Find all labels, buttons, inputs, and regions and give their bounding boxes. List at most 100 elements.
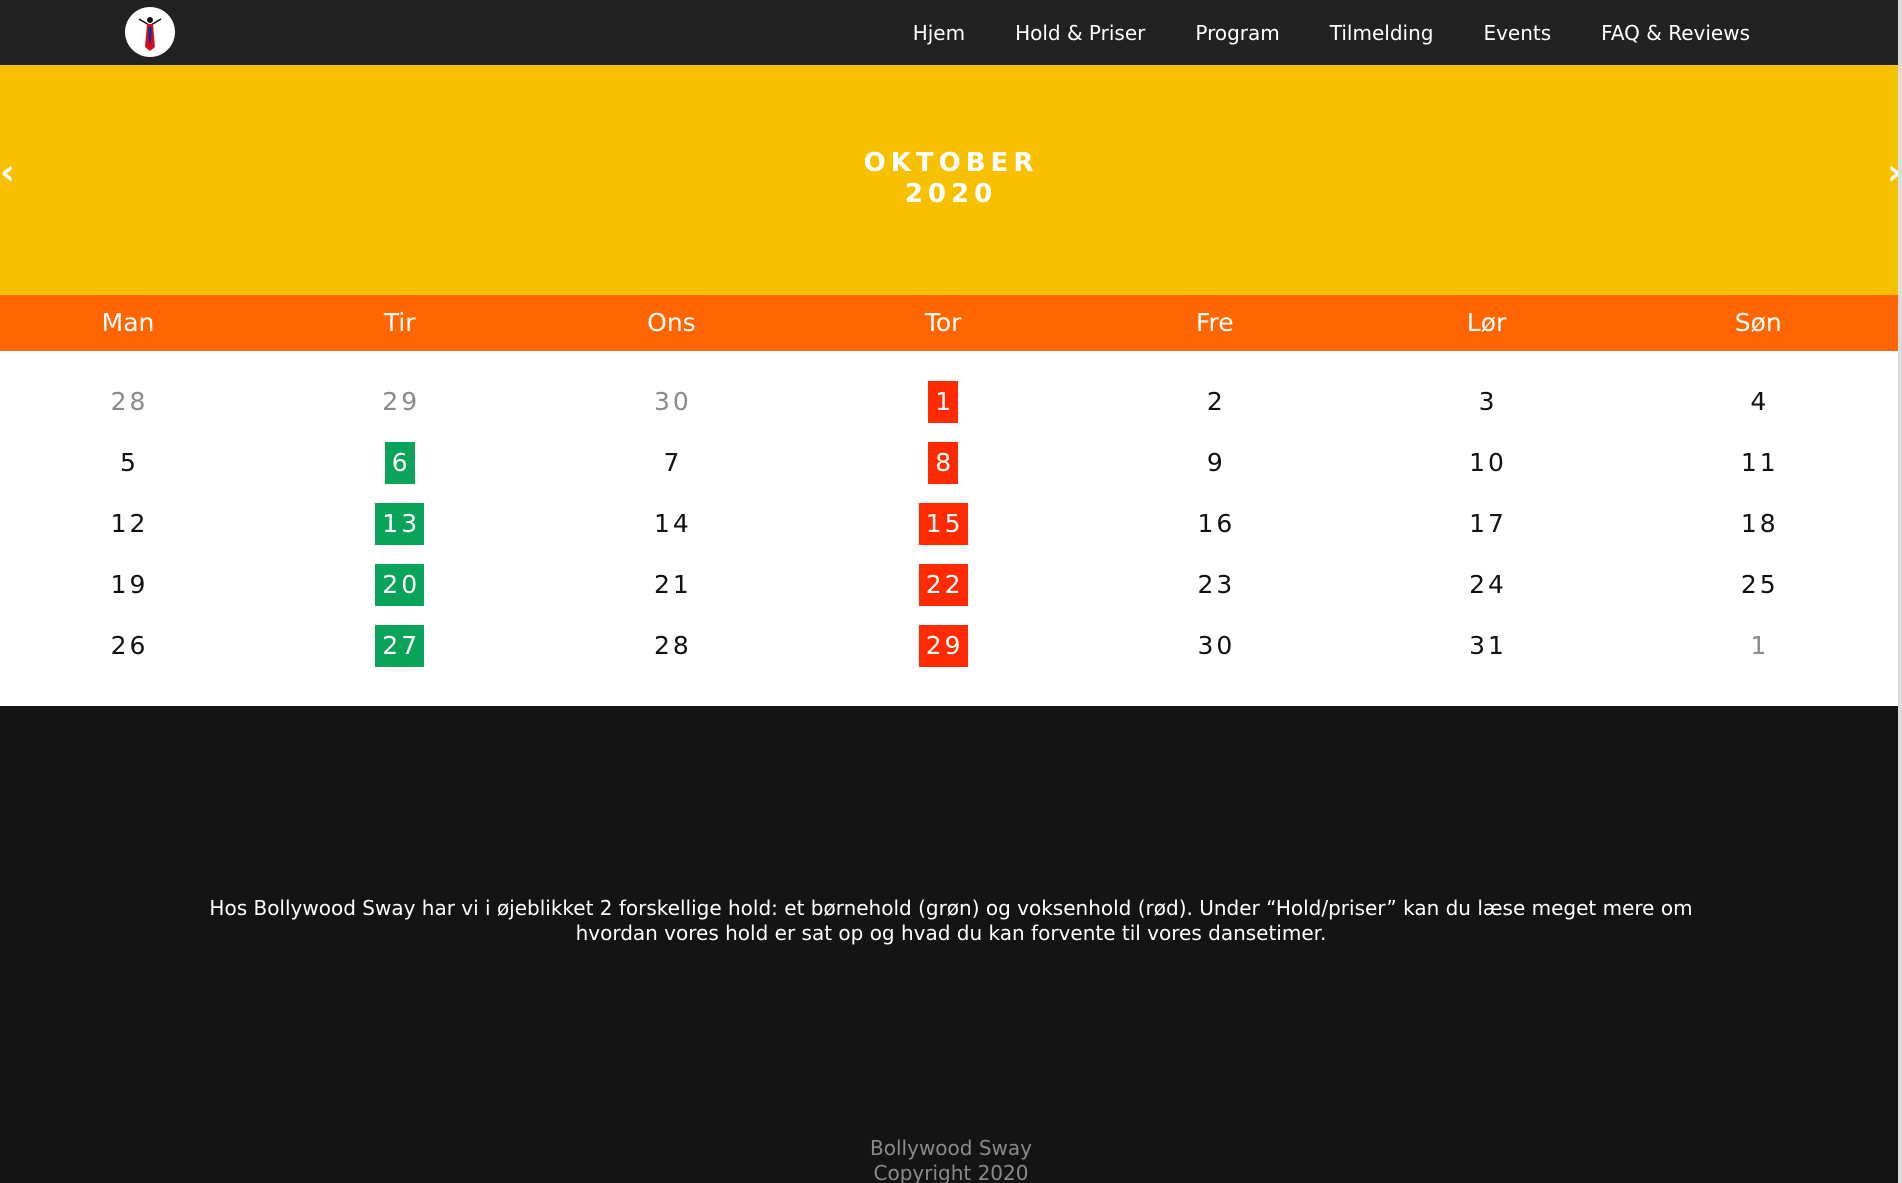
- footer-name: Bollywood Sway: [870, 1136, 1032, 1160]
- day-cell: 28: [543, 625, 799, 686]
- day-cell: 14: [543, 503, 799, 564]
- day-number[interactable]: 5: [113, 442, 143, 484]
- day-cell: 25: [1630, 564, 1886, 625]
- day-cell: 21: [543, 564, 799, 625]
- day-other-month[interactable]: 30: [647, 381, 696, 423]
- day-number[interactable]: 16: [1190, 503, 1239, 545]
- day-other-month[interactable]: 29: [375, 381, 424, 423]
- day-cell: 16: [1087, 503, 1343, 564]
- day-cell: 1: [1630, 625, 1886, 686]
- day-cell: 6: [272, 442, 528, 503]
- day-number[interactable]: 4: [1743, 381, 1773, 423]
- day-cell: 7: [543, 442, 799, 503]
- nav-events[interactable]: Events: [1483, 21, 1551, 45]
- weekday-tir: Tir: [383, 308, 416, 337]
- day-cell: 4: [1630, 381, 1886, 442]
- day-cell: 11: [1630, 442, 1886, 503]
- day-cell: 22: [815, 564, 1071, 625]
- day-number[interactable]: 10: [1462, 442, 1511, 484]
- day-cell: 15: [815, 503, 1071, 564]
- day-cell: 8: [815, 442, 1071, 503]
- weekday-man: Man: [101, 308, 155, 337]
- day-cell: 20: [272, 564, 528, 625]
- main-nav: Hjem Hold & Priser Program Tilmelding Ev…: [913, 0, 1750, 65]
- nav-hjem[interactable]: Hjem: [913, 21, 965, 45]
- day-number[interactable]: 28: [647, 625, 696, 667]
- day-cell: 26: [0, 625, 256, 686]
- footer: Bollywood Sway Copyright 2020: [0, 1136, 1902, 1183]
- day-cell: 1: [815, 381, 1071, 442]
- info-section: Hos Bollywood Sway har vi i øjeblikket 2…: [0, 706, 1902, 1183]
- day-cell: 17: [1359, 503, 1615, 564]
- weekday-lor: Lør: [1466, 308, 1507, 337]
- calendar-month-title: OKTOBER 2020: [0, 148, 1902, 210]
- day-kids-class[interactable]: 13: [375, 503, 425, 545]
- nav-hold-priser[interactable]: Hold & Priser: [1015, 21, 1145, 45]
- dancer-logo-icon: [126, 8, 174, 56]
- day-number[interactable]: 11: [1734, 442, 1783, 484]
- class-info-line-2: hvordan vores hold er sat op og hvad du …: [575, 921, 1327, 945]
- day-cell: 2: [1087, 381, 1343, 442]
- day-number[interactable]: 14: [647, 503, 696, 545]
- class-info-text: Hos Bollywood Sway har vi i øjeblikket 2…: [150, 896, 1752, 946]
- day-adult-class[interactable]: 8: [928, 442, 959, 484]
- weekday-tor: Tor: [924, 308, 962, 337]
- day-cell: 13: [272, 503, 528, 564]
- day-cell: 27: [272, 625, 528, 686]
- day-cell: 3: [1359, 381, 1615, 442]
- day-number[interactable]: 24: [1462, 564, 1511, 606]
- calendar-day-grid: 28 29 30 1 2 3 4 5 6 7 8 9 10 11 12 13 14 15 16 17 18 19 20 21 2…: [0, 381, 1902, 686]
- weekday-header: Man Tir Ons Tor Fre Lør Søn: [0, 295, 1902, 351]
- day-adult-class[interactable]: 1: [928, 381, 959, 423]
- calendar-days: 28 29 30 1 2 3 4 5 6 7 8 9 10 11 12 13 14 15 16 17 18 19 20 21 2…: [0, 351, 1902, 706]
- nav-program[interactable]: Program: [1195, 21, 1279, 45]
- page-scrollbar[interactable]: [1898, 0, 1902, 1183]
- day-cell: 29: [815, 625, 1071, 686]
- day-other-month[interactable]: 28: [104, 381, 153, 423]
- day-cell: 18: [1630, 503, 1886, 564]
- day-kids-class[interactable]: 27: [375, 625, 425, 667]
- footer-copyright: Copyright 2020: [873, 1161, 1029, 1183]
- nav-faq-reviews[interactable]: FAQ & Reviews: [1601, 21, 1750, 45]
- day-cell: 12: [0, 503, 256, 564]
- day-adult-class[interactable]: 15: [918, 503, 968, 545]
- day-cell: 24: [1359, 564, 1615, 625]
- top-navbar: Hjem Hold & Priser Program Tilmelding Ev…: [0, 0, 1902, 65]
- day-number[interactable]: 30: [1190, 625, 1239, 667]
- day-cell: 19: [0, 564, 256, 625]
- day-number[interactable]: 21: [647, 564, 696, 606]
- day-number[interactable]: 2: [1200, 381, 1230, 423]
- day-number[interactable]: 25: [1734, 564, 1783, 606]
- day-adult-class[interactable]: 22: [918, 564, 968, 606]
- day-number[interactable]: 19: [104, 564, 153, 606]
- day-cell: 5: [0, 442, 256, 503]
- day-number[interactable]: 7: [656, 442, 686, 484]
- weekday-son: Søn: [1734, 308, 1782, 337]
- day-other-month[interactable]: 1: [1743, 625, 1773, 667]
- day-number[interactable]: 9: [1200, 442, 1230, 484]
- nav-tilmelding[interactable]: Tilmelding: [1330, 21, 1434, 45]
- day-cell: 31: [1359, 625, 1615, 686]
- class-info-line-1: Hos Bollywood Sway har vi i øjeblikket 2…: [209, 896, 1693, 920]
- day-number[interactable]: 3: [1472, 381, 1502, 423]
- day-cell: 23: [1087, 564, 1343, 625]
- day-number[interactable]: 18: [1734, 503, 1783, 545]
- weekday-fre: Fre: [1196, 308, 1234, 337]
- day-number[interactable]: 26: [104, 625, 153, 667]
- calendar-month-banner: ‹ OKTOBER 2020 ›: [0, 65, 1902, 295]
- day-kids-class[interactable]: 6: [384, 442, 415, 484]
- day-kids-class[interactable]: 20: [375, 564, 425, 606]
- day-cell: 9: [1087, 442, 1343, 503]
- day-cell: 30: [1087, 625, 1343, 686]
- day-adult-class[interactable]: 29: [918, 625, 968, 667]
- day-cell: 28: [0, 381, 256, 442]
- day-number[interactable]: 31: [1462, 625, 1511, 667]
- page: Hjem Hold & Priser Program Tilmelding Ev…: [0, 0, 1902, 1183]
- logo[interactable]: [125, 7, 175, 57]
- day-number[interactable]: 17: [1462, 503, 1511, 545]
- day-number[interactable]: 23: [1190, 564, 1239, 606]
- day-cell: 29: [272, 381, 528, 442]
- day-cell: 10: [1359, 442, 1615, 503]
- day-number[interactable]: 12: [104, 503, 153, 545]
- weekday-ons: Ons: [647, 308, 696, 337]
